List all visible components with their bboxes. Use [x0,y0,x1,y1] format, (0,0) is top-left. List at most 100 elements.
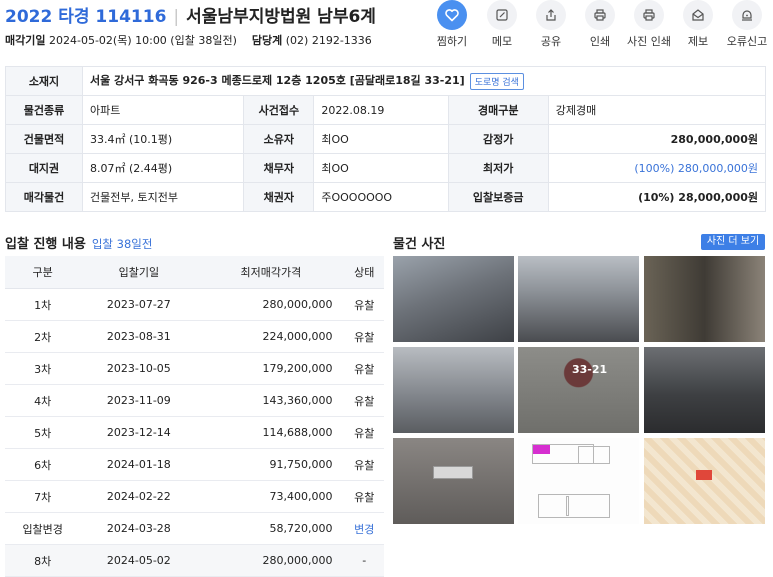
floor-plan-photo[interactable] [518,438,639,524]
memo-label: 메모 [491,35,513,48]
bid-round: 3차 [5,352,81,385]
bid-row: 7차 2024-02-22 73,400,000 유찰 [5,480,384,513]
property-info-table: 소재지 서울 강서구 화곡동 926-3 메종드로제 12층 1205호 [곰달… [5,66,767,212]
bid-dday: 입찰 38일전 [91,237,153,251]
heart-icon [437,0,467,30]
property-photo[interactable] [393,438,514,524]
owner-label: 소유자 [243,124,315,154]
property-photo[interactable] [518,256,639,342]
location-map-photo[interactable] [644,438,765,524]
bid-price: 114,688,000 [197,416,345,449]
bid-round: 1차 [5,288,81,321]
info-row: 물건종류 아파트 사건접수 2022.08.19 경매구분 강제경매 [5,95,767,125]
share-label: 공유 [540,35,562,48]
bid-date: 2023-12-14 [80,416,198,449]
bid-date: 2023-07-27 [80,288,198,321]
bid-round: 4차 [5,384,81,417]
map-marker [696,470,712,480]
auction-type-label: 경매구분 [447,95,549,125]
road-address-search-button[interactable]: 도로명 검색 [469,72,524,90]
bid-row: 8차 2024-05-02 280,000,000- [5,544,384,577]
property-photo[interactable] [393,347,514,433]
address-sign-text: 33-21 [572,363,608,376]
auction-type-value: 강제경매 [547,95,767,125]
owner-value: 최OO [313,124,449,154]
property-photo[interactable] [644,347,765,433]
debtor-value: 최OO [313,153,449,183]
bid-status: 유찰 [344,320,384,353]
bid-row: 4차 2023-11-09 143,360,000 유찰 [5,384,384,417]
type-value: 아파트 [81,95,245,125]
bid-status: 유찰 [344,352,384,385]
bid-price: 224,000,000 [197,320,345,353]
property-photo[interactable]: 33-21 [518,347,639,433]
bid-row: 6차 2024-01-18 91,750,000 유찰 [5,448,384,481]
bid-row: 3차 2023-10-05 179,200,000 유찰 [5,352,384,385]
bid-round: 7차 [5,480,81,513]
dept-label: 담당계 [251,34,283,47]
reception-label: 사건접수 [243,95,315,125]
debtor-label: 채무자 [243,153,315,183]
info-row: 매각물건 건물전부, 토지전부 채권자 주OOOOOOO 입찰보증금 (10%)… [5,182,767,212]
bid-date: 2024-01-18 [80,448,198,481]
report-button[interactable]: 제보 [674,0,722,49]
info-row: 건물면적 33.4㎡ (10.1평) 소유자 최OO 감정가 280,000,0… [5,124,767,154]
sale-date-value: 2024-05-02(목) 10:00 (입찰 38일전) [48,34,237,47]
bid-price: 91,750,000 [197,448,345,481]
print-icon [585,0,615,30]
address-row: 소재지 서울 강서구 화곡동 926-3 메종드로제 12층 1205호 [곰달… [5,66,766,96]
type-label: 물건종류 [5,95,83,125]
memo-icon [487,0,517,30]
building-nameplate [433,466,473,479]
bid-round: 입찰변경 [5,512,81,545]
reception-value: 2022.08.19 [313,95,449,125]
land-value: 8.07㎡ (2.44평) [81,153,245,183]
favorite-button[interactable]: 찜하기 [428,0,476,49]
bid-round: 5차 [5,416,81,449]
memo-button[interactable]: 메모 [478,0,526,49]
bid-status: 유찰 [344,384,384,417]
bid-date: 2024-05-02 [80,544,198,577]
bid-history-table: 구분 입찰기일 최저매각가격 상태 1차 2023-07-27 280,000,00… [5,256,384,577]
deposit-label: 입찰보증금 [447,182,549,212]
bid-price: 58,720,000 [197,512,345,545]
court-name: 서울남부지방법원 남부6계 [186,7,376,27]
bid-row: 2차 2023-08-31 224,000,000 유찰 [5,320,384,353]
property-photo[interactable] [393,256,514,342]
error-report-label: 오류신고 [726,35,768,48]
property-photo[interactable] [644,256,765,342]
case-number: 2022 타경 114116 [5,7,167,27]
share-button[interactable]: 공유 [527,0,575,49]
bid-row: 5차 2023-12-14 114,688,000 유찰 [5,416,384,449]
address-value: 서울 강서구 화곡동 926-3 메종드로제 12층 1205호 [곰달래로18… [90,74,465,88]
min-price-label: 최저가 [447,153,549,183]
photos-title: 물건 사진 [393,237,446,252]
appraisal-value: 280,000,000원 [547,124,767,154]
col-date: 입찰기일 [80,256,198,289]
building-area-label: 건물면적 [5,124,83,154]
bid-round: 6차 [5,448,81,481]
min-price-value: (100%) 280,000,000원 [547,153,767,183]
building-area-value: 33.4㎡ (10.1평) [81,124,245,154]
bid-status: 변경 [344,512,384,545]
bid-round: 8차 [5,544,81,577]
bid-price: 280,000,000 [197,544,345,577]
col-round: 구분 [5,256,81,289]
share-icon [536,0,566,30]
favorite-label: 찜하기 [436,35,468,48]
sale-date-label: 매각기일 [5,34,46,47]
bid-status: 유찰 [344,288,384,321]
bid-status: 유찰 [344,480,384,513]
bid-date: 2024-03-28 [80,512,198,545]
more-photos-button[interactable]: 사진 더 보기 [701,234,765,250]
bid-price: 179,200,000 [197,352,345,385]
bid-date: 2023-11-09 [80,384,198,417]
appraisal-label: 감정가 [447,124,549,154]
photo-print-button[interactable]: 사진 인쇄 [625,0,673,49]
error-report-icon [732,0,762,30]
error-report-button[interactable]: 오류신고 [723,0,771,49]
sale-object-value: 건물전부, 토지전부 [81,182,245,212]
bid-status: - [344,544,384,577]
print-button[interactable]: 인쇄 [576,0,624,49]
bid-header-row: 구분 입찰기일 최저매각가격 상태 [5,256,384,289]
